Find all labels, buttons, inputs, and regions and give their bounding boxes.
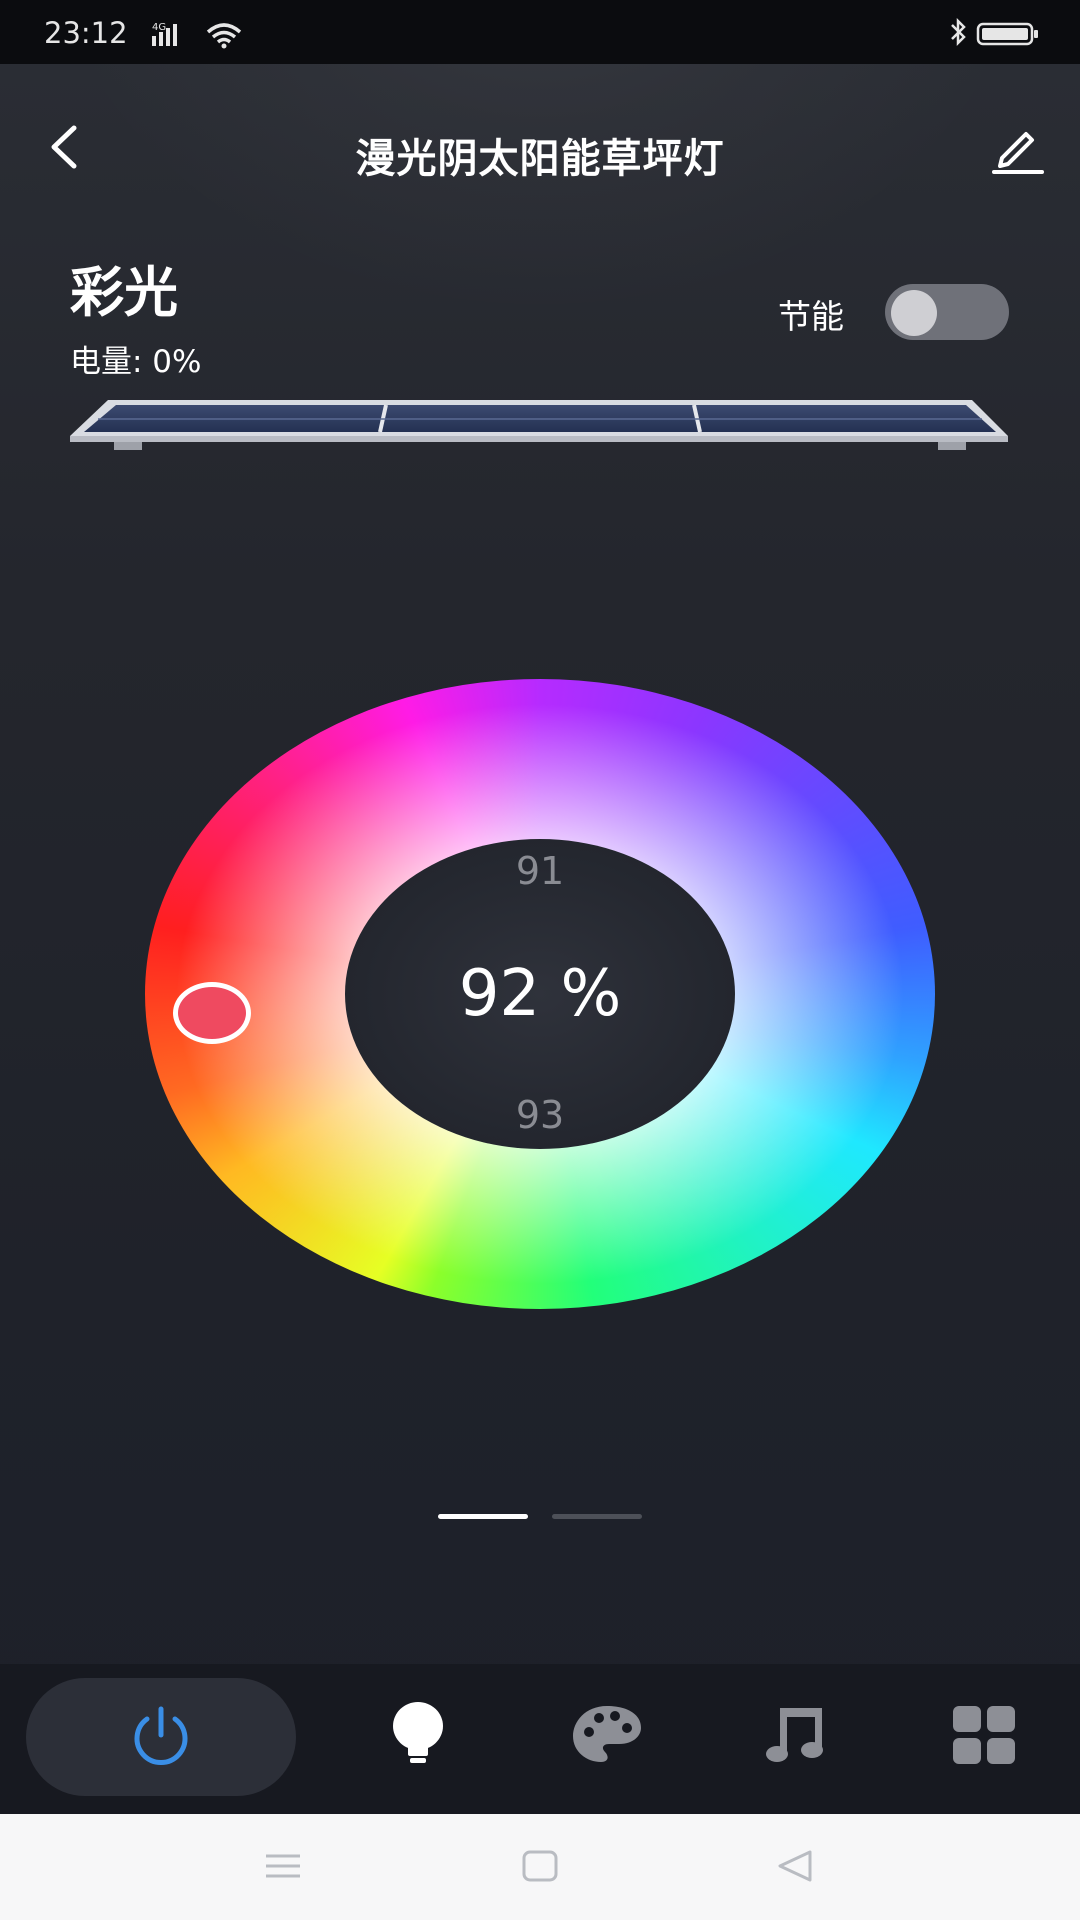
menu-icon[interactable] [258,1844,308,1888]
nav-music-button[interactable] [756,1700,836,1770]
status-right-icons [944,17,1044,52]
battery-text: 电量: 0% [70,344,202,380]
home-icon[interactable] [515,1844,565,1888]
brightness-picker[interactable]: 91 92 % 93 [345,839,735,1149]
solar-panel-image [70,400,1008,450]
power-icon [134,1706,188,1765]
android-nav-bar [0,1814,1080,1920]
picker-current-value: 92 % [458,957,622,1031]
app-screen: 漫光阴太阳能草坪灯 彩光 电量: 0% 节能 91 92 % 93 [0,64,1080,1814]
pencil-icon[interactable] [990,120,1046,176]
grid-icon [953,1706,1015,1764]
page-indicator [438,1514,643,1520]
status-time: 23:12 [44,16,128,50]
network-label: 4G [152,22,166,33]
nav-palette-button[interactable] [567,1700,647,1770]
bluetooth-battery-icons [951,17,1038,47]
status-left-icons: 4G [150,20,260,54]
page-indicator-inactive[interactable] [552,1514,642,1519]
color-wheel-picker: 91 92 % 93 [145,679,935,1309]
mode-title: 彩光 [70,261,178,324]
page-indicator-active[interactable] [438,1514,528,1519]
music-icon [766,1708,823,1762]
color-wheel-handle[interactable] [173,982,251,1044]
eco-label: 节能 [778,297,844,336]
nav-more-button[interactable] [945,1700,1025,1770]
back-icon[interactable] [770,1844,820,1888]
picker-next-value: 93 [515,1093,565,1137]
eco-toggle[interactable] [885,284,1009,340]
bulb-icon [393,1702,443,1763]
eco-toggle-knob [891,290,937,336]
bottom-nav [0,1664,1080,1814]
palette-icon [573,1706,641,1762]
nav-light-button[interactable] [378,1700,458,1770]
header: 漫光阴太阳能草坪灯 [0,104,1080,194]
page-title: 漫光阴太阳能草坪灯 [355,136,725,182]
signal-icon: 4G [152,22,242,49]
nav-power-button[interactable] [26,1678,296,1796]
status-bar: 23:12 4G [0,0,1080,64]
picker-prev-value: 91 [515,849,565,893]
